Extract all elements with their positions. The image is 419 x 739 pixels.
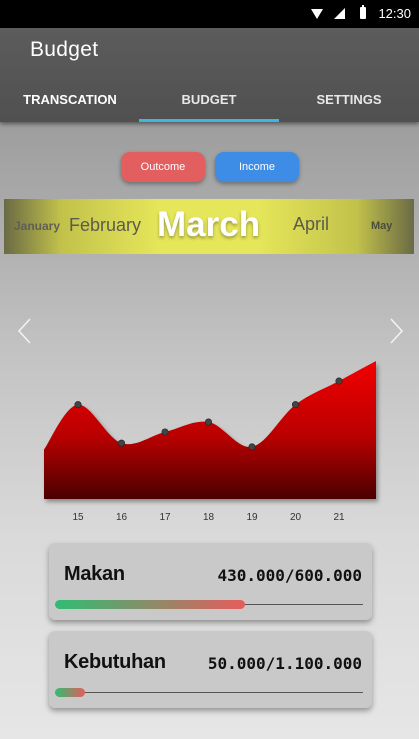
month-current[interactable]: March xyxy=(157,205,260,245)
month-may[interactable]: May xyxy=(371,220,392,232)
x-tick-label: 18 xyxy=(203,512,215,523)
x-tick-label: 16 xyxy=(116,512,128,523)
battery-icon xyxy=(360,5,366,19)
budget-amount: 50.000/1.100.000 xyxy=(207,654,362,673)
outcome-button[interactable]: Outcome xyxy=(121,152,205,182)
x-tick-label: 15 xyxy=(72,512,84,523)
chart-point xyxy=(335,377,343,385)
progress-bar xyxy=(55,600,245,609)
x-tick-label: 17 xyxy=(159,512,171,523)
chart-point xyxy=(205,418,213,426)
month-january[interactable]: January xyxy=(14,219,60,233)
status-bar: 12:30 xyxy=(0,0,419,28)
month-picker[interactable]: January February March April May xyxy=(4,199,414,254)
x-tick-label: 21 xyxy=(333,512,345,523)
budget-card-makan[interactable]: Makan 430.000/600.000 xyxy=(49,543,372,620)
tab-transcation[interactable]: TRANSCATION xyxy=(0,92,140,107)
signal-icon xyxy=(334,8,345,19)
tab-indicator xyxy=(139,119,279,122)
tab-settings[interactable]: SETTINGS xyxy=(279,92,419,107)
chart-point xyxy=(291,401,299,409)
app-bar: Budget TRANSCATION BUDGET SETTINGS xyxy=(0,28,419,122)
progress-track xyxy=(57,692,363,693)
area-chart: 15 16 17 18 19 20 21 xyxy=(44,361,376,523)
income-button[interactable]: Income xyxy=(215,152,299,182)
budget-amount: 430.000/600.000 xyxy=(217,566,363,585)
chart-area xyxy=(44,361,376,499)
chart-point xyxy=(161,428,169,436)
chart-point xyxy=(248,443,256,451)
status-time: 12:30 xyxy=(378,6,411,21)
budget-name: Kebutuhan xyxy=(64,651,166,673)
x-tick-label: 19 xyxy=(246,512,258,523)
budget-name: Makan xyxy=(64,563,125,585)
chart-point xyxy=(118,439,126,447)
app-title: Budget xyxy=(30,38,99,61)
chart-point xyxy=(74,401,82,409)
budget-card-kebutuhan[interactable]: Kebutuhan 50.000/1.100.000 xyxy=(49,631,372,708)
month-april[interactable]: April xyxy=(293,214,329,235)
wifi-icon xyxy=(311,9,323,19)
month-february[interactable]: February xyxy=(69,215,141,236)
tab-budget[interactable]: BUDGET xyxy=(139,92,279,107)
progress-bar xyxy=(55,688,85,697)
x-tick-label: 20 xyxy=(290,512,302,523)
